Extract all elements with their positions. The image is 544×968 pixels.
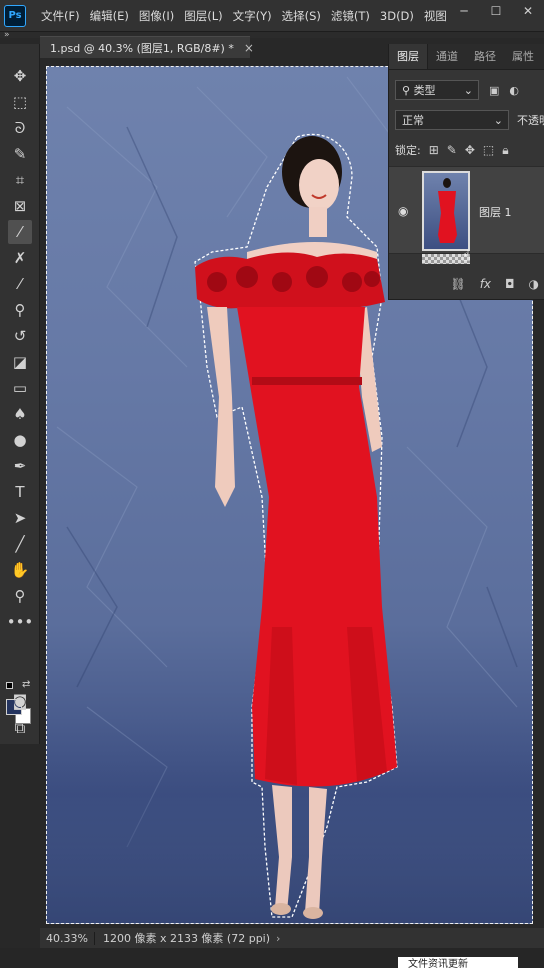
lock-row: 锁定: ⊞ ✎ ✥ ⬚ 🔒︎ — [395, 142, 509, 158]
adjustment-layer-icon[interactable]: ◑ — [529, 277, 539, 291]
close-tab-icon[interactable]: × — [244, 41, 254, 55]
blur-tool-icon[interactable]: ♠ — [8, 402, 32, 426]
document-tab[interactable]: 1.psd @ 40.3% (图层1, RGB/8#) * × — [40, 36, 254, 58]
more-tools-icon[interactable]: ••• — [7, 610, 34, 634]
visibility-eye-icon[interactable]: ◉ — [398, 204, 408, 218]
screen-mode-icon[interactable]: ⧉ — [8, 716, 32, 740]
layers-panel: 图层 通道 路径 属性 ⚲ 类型 ⌄ ▣ ◐ 正常 ⌄ 不透明度 锁定: ⊞ ✎… — [388, 44, 544, 300]
menu-bar: Ps 文件(F) 编辑(E) 图像(I) 图层(L) 文字(Y) 选择(S) 滤… — [0, 0, 544, 32]
lock-all-icon[interactable]: 🔒︎ — [502, 143, 508, 158]
zoom-level[interactable]: 40.33% — [40, 931, 95, 945]
chevron-right-icon[interactable]: › — [276, 932, 280, 945]
blend-row: 正常 ⌄ 不透明度 — [395, 110, 544, 130]
filter-label: 类型 — [413, 84, 436, 97]
close-icon[interactable]: ✕ — [512, 0, 544, 22]
notice-popup[interactable]: 文件资讯更新 — [398, 957, 518, 968]
menu-3d[interactable]: 3D(D) — [375, 0, 419, 32]
quick-select-tool-icon[interactable]: ✎ — [8, 142, 32, 166]
zoom-tool-icon[interactable]: ⚲ — [8, 584, 32, 608]
eyedropper-tool-icon[interactable]: ⁄ — [8, 220, 32, 244]
fx-icon[interactable]: fx — [480, 277, 491, 291]
lasso-tool-icon[interactable]: ᘐ — [8, 116, 32, 140]
toolbar: ✥ ⬚ ᘐ ✎ ⌗ ⊠ ⁄ ✗ ⁄ ⚲ ↺ ◪ ▭ ♠ ● ✒ T ➤ ╱ ✋ … — [0, 44, 40, 744]
lock-label: 锁定: — [395, 144, 421, 157]
gradient-tool-icon[interactable]: ▭ — [8, 376, 32, 400]
menu-file[interactable]: 文件(F) — [36, 0, 85, 32]
lock-position-icon[interactable]: ✥ — [465, 143, 475, 157]
lock-image-icon[interactable]: ✎ — [447, 143, 457, 157]
blend-mode-value: 正常 — [402, 114, 424, 127]
hand-cursor-icon: ☝ — [461, 246, 471, 265]
tab-layers[interactable]: 图层 — [389, 44, 428, 69]
menu-type[interactable]: 文字(Y) — [228, 0, 277, 32]
blend-mode-select[interactable]: 正常 ⌄ — [395, 110, 509, 130]
opacity-label[interactable]: 不透明度 — [517, 112, 544, 128]
menu-edit[interactable]: 编辑(E) — [85, 0, 134, 32]
link-layers-icon[interactable]: ⛓ — [450, 277, 465, 291]
status-bar: 40.33% 1200 像素 x 2133 像素 (72 ppi) › — [40, 928, 544, 948]
tab-paths[interactable]: 路径 — [466, 44, 504, 69]
panel-tabs: 图层 通道 路径 属性 — [389, 44, 544, 70]
hand-tool-icon[interactable]: ✋ — [8, 558, 32, 582]
layer-filter-select[interactable]: ⚲ 类型 ⌄ — [395, 80, 479, 100]
clone-stamp-tool-icon[interactable]: ⚲ — [8, 298, 32, 322]
menu-layer[interactable]: 图层(L) — [179, 0, 227, 32]
layer-filter-row: ⚲ 类型 ⌄ ▣ ◐ — [395, 80, 519, 100]
tab-properties[interactable]: 属性 — [504, 44, 542, 69]
path-selection-tool-icon[interactable]: ➤ — [8, 506, 32, 530]
type-tool-icon[interactable]: T — [8, 480, 32, 504]
dodge-tool-icon[interactable]: ● — [8, 428, 32, 452]
crop-tool-icon[interactable]: ⌗ — [8, 168, 32, 192]
chevron-down-icon: ⌄ — [493, 113, 503, 127]
document-info: 1200 像素 x 2133 像素 (72 ppi) — [102, 932, 271, 945]
minimize-icon[interactable]: ─ — [448, 0, 480, 22]
search-icon: ⚲ — [402, 84, 414, 97]
layer-name[interactable]: 图层 1 — [479, 204, 512, 220]
line-tool-icon[interactable]: ╱ — [8, 532, 32, 556]
menu-view[interactable]: 视图 — [419, 0, 452, 32]
maximize-icon[interactable]: ☐ — [480, 0, 512, 22]
lock-artboard-icon[interactable]: ⬚ — [483, 143, 494, 157]
menu-items: 文件(F) 编辑(E) 图像(I) 图层(L) 文字(Y) 选择(S) 滤镜(T… — [36, 0, 452, 32]
pen-tool-icon[interactable]: ✒ — [8, 454, 32, 478]
window-controls: ─ ☐ ✕ — [448, 0, 544, 22]
chevron-down-icon: ⌄ — [463, 83, 473, 97]
history-brush-tool-icon[interactable]: ↺ — [8, 324, 32, 348]
lock-transparent-icon[interactable]: ⊞ — [429, 143, 439, 157]
move-tool-icon[interactable]: ✥ — [8, 64, 32, 88]
menu-filter[interactable]: 滤镜(T) — [326, 0, 375, 32]
layer-thumbnail[interactable] — [422, 171, 470, 251]
panel-footer: ⛓ fx ◘ ◑ — [389, 270, 544, 298]
thumbnail-image — [438, 178, 457, 243]
photoshop-logo: Ps — [4, 4, 26, 27]
image-filter-icon[interactable]: ▣ — [489, 84, 499, 97]
document-tab-title: 1.psd @ 40.3% (图层1, RGB/8#) * — [50, 41, 234, 55]
frame-tool-icon[interactable]: ⊠ — [8, 194, 32, 218]
adjustment-filter-icon[interactable]: ◐ — [509, 84, 519, 97]
marquee-tool-icon[interactable]: ⬚ — [8, 90, 32, 114]
healing-brush-tool-icon[interactable]: ✗ — [8, 246, 32, 270]
menu-image[interactable]: 图像(I) — [134, 0, 179, 32]
menu-select[interactable]: 选择(S) — [277, 0, 326, 32]
eraser-tool-icon[interactable]: ◪ — [8, 350, 32, 374]
default-colors-icon[interactable] — [6, 682, 13, 689]
collapse-toolbar-icon[interactable]: » — [4, 30, 10, 40]
layer-row[interactable]: ◉ 图层 1 — [389, 166, 544, 254]
tab-channels[interactable]: 通道 — [428, 44, 466, 69]
add-mask-icon[interactable]: ◘ — [505, 277, 515, 291]
brush-tool-icon[interactable]: ⁄ — [8, 272, 32, 296]
quick-mask-icon[interactable]: ◙ — [8, 689, 32, 713]
